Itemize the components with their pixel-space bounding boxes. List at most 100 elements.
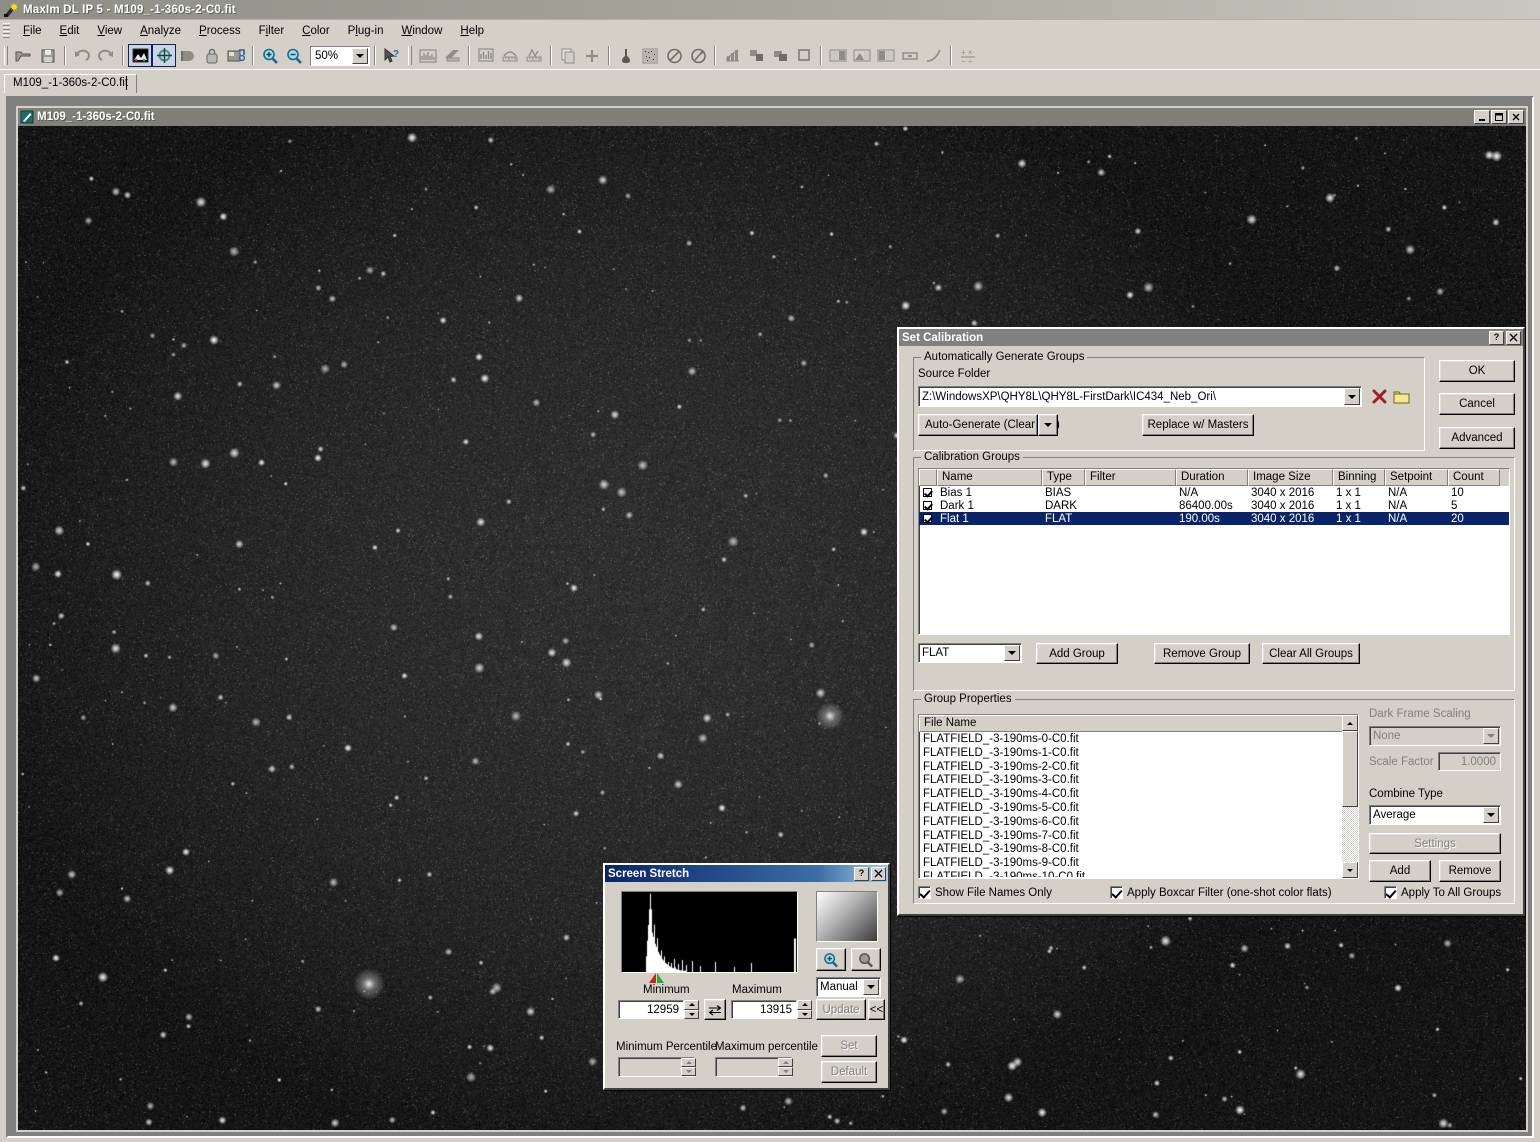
- col-duration[interactable]: Duration: [1176, 469, 1248, 486]
- maximum-percentile-stepper[interactable]: [778, 1058, 793, 1076]
- col-setpoint[interactable]: Setpoint: [1385, 469, 1448, 486]
- image-view-icon[interactable]: [128, 44, 152, 67]
- add-icon[interactable]: [580, 44, 604, 67]
- document-tab[interactable]: M109_-1-360s-2-C0.fit: [4, 74, 138, 93]
- group-type-combo[interactable]: FLAT: [918, 643, 1022, 663]
- histogram-canvas[interactable]: [622, 892, 797, 972]
- square-icon[interactable]: [792, 44, 816, 67]
- calibrate-icon[interactable]: [826, 44, 850, 67]
- apply-to-all-groups-checkbox[interactable]: Apply To All Groups: [1384, 886, 1501, 899]
- dark-frame-scaling-combo[interactable]: None: [1369, 726, 1501, 746]
- layers-icon[interactable]: [768, 44, 792, 67]
- toolbar-grip-1[interactable]: [4, 46, 8, 65]
- half-tone-icon[interactable]: [176, 44, 200, 67]
- stretch-mode-combo[interactable]: Manual: [816, 977, 881, 997]
- fwhm-icon[interactable]: [522, 44, 546, 67]
- chevron-down-icon[interactable]: [1483, 728, 1499, 744]
- scroll-track[interactable]: [1342, 731, 1358, 862]
- list-item[interactable]: FLATFIELD_-3-190ms-6-C0.fit: [920, 816, 1341, 830]
- zoom-out-icon[interactable]: [851, 948, 881, 971]
- minimum-stepper[interactable]: [684, 1000, 699, 1019]
- combine-type-combo[interactable]: Average: [1369, 805, 1501, 825]
- update-button[interactable]: Update: [816, 999, 866, 1020]
- redo-icon[interactable]: [94, 44, 118, 67]
- math-icon[interactable]: + × − ÷: [956, 44, 980, 67]
- row-checkbox[interactable]: [919, 488, 936, 497]
- menu-filter[interactable]: Filter: [250, 23, 294, 39]
- zoom-out-icon[interactable]: [282, 44, 306, 67]
- file-list-scrollbar[interactable]: [1342, 715, 1358, 878]
- bar-chart-icon[interactable]: [720, 44, 744, 67]
- list-item[interactable]: FLATFIELD_-3-190ms-7-C0.fit: [920, 830, 1341, 844]
- min-pct-stepper-up[interactable]: [681, 1058, 696, 1067]
- list-item[interactable]: FLATFIELD_-3-190ms-9-C0.fit: [920, 857, 1341, 871]
- advanced-button[interactable]: Advanced: [1439, 427, 1515, 449]
- menubar-grip[interactable]: [3, 23, 10, 39]
- swap-arrows-icon[interactable]: [704, 999, 726, 1020]
- set-button[interactable]: Set: [821, 1035, 877, 1057]
- graph-icon[interactable]: [474, 44, 498, 67]
- list-item[interactable]: FLATFIELD_-3-190ms-3-C0.fit: [920, 774, 1341, 788]
- noise-icon[interactable]: [638, 44, 662, 67]
- table-row[interactable]: Bias 1 BIAS N/A 3040 x 2016 1 x 1 N/A 10: [919, 486, 1509, 499]
- save-icon[interactable]: [36, 44, 60, 67]
- list-item[interactable]: FLATFIELD_-3-190ms-4-C0.fit: [920, 788, 1341, 802]
- chevron-down-icon[interactable]: [1344, 388, 1360, 405]
- list-item[interactable]: FLATFIELD_-3-190ms-10-C0.fit: [920, 871, 1341, 877]
- remove-file-button[interactable]: Remove: [1439, 860, 1501, 882]
- help-icon[interactable]: ?: [1489, 330, 1504, 345]
- col-type[interactable]: Type: [1042, 469, 1085, 486]
- histogram-icon[interactable]: [416, 44, 440, 67]
- toolbar-grip-2[interactable]: [408, 46, 412, 65]
- chevron-down-icon[interactable]: [863, 979, 879, 995]
- table-row[interactable]: Flat 1 FLAT 190.00s 3040 x 2016 1 x 1 N/A 20: [919, 512, 1509, 525]
- red-x-icon[interactable]: [1369, 386, 1389, 407]
- menu-analyze[interactable]: Analyze: [131, 23, 190, 39]
- file-name-column-header[interactable]: File Name: [919, 715, 1358, 732]
- crosshair-icon[interactable]: [152, 44, 176, 67]
- minimum-stepper-down[interactable]: [684, 1009, 699, 1019]
- add-file-button[interactable]: Add: [1369, 860, 1431, 882]
- menu-plugin[interactable]: Plug-in: [339, 23, 393, 39]
- help-pointer-icon[interactable]: ?: [380, 44, 404, 67]
- scroll-up-button[interactable]: [1342, 715, 1358, 731]
- close-button[interactable]: [1508, 110, 1524, 124]
- chevron-down-icon[interactable]: [352, 47, 368, 64]
- maximum-stepper-up[interactable]: [797, 1000, 812, 1010]
- maximum-stepper[interactable]: [797, 1000, 812, 1019]
- list-item[interactable]: FLATFIELD_-3-190ms-2-C0.fit: [920, 761, 1341, 775]
- collapse-button[interactable]: <<: [868, 999, 885, 1020]
- circle-slash-icon[interactable]: [662, 44, 686, 67]
- close-icon[interactable]: [871, 866, 886, 881]
- minimum-input[interactable]: 12959: [618, 1000, 684, 1019]
- maximize-button[interactable]: [1491, 110, 1507, 124]
- row-checkbox[interactable]: [919, 501, 936, 510]
- col-filter[interactable]: Filter: [1085, 469, 1176, 486]
- col-image-size[interactable]: Image Size: [1248, 469, 1333, 486]
- group-files-listbox[interactable]: File Name FLATFIELD_-3-190ms-0-C0.fit FLA…: [918, 714, 1359, 879]
- copy-icon[interactable]: [556, 44, 580, 67]
- replace-with-masters-button[interactable]: Replace w/ Masters: [1142, 414, 1254, 436]
- menu-file[interactable]: File: [14, 23, 51, 39]
- zoom-in-icon[interactable]: [816, 948, 846, 971]
- remove-group-button[interactable]: Remove Group: [1154, 643, 1250, 664]
- menu-color[interactable]: Color: [293, 23, 339, 39]
- colour-ramp-icon[interactable]: [440, 44, 464, 67]
- menu-process[interactable]: Process: [190, 23, 250, 39]
- zoom-level-combo[interactable]: 50%: [310, 45, 370, 66]
- auto-generate-dropdown-button[interactable]: [1038, 414, 1058, 436]
- col-name[interactable]: Name: [937, 469, 1042, 486]
- folder-icon[interactable]: [1391, 386, 1413, 407]
- clear-all-groups-button[interactable]: Clear All Groups: [1262, 643, 1360, 664]
- stack-icon[interactable]: [874, 44, 898, 67]
- max-pct-stepper-down[interactable]: [778, 1067, 793, 1076]
- chevron-down-icon[interactable]: [1483, 807, 1499, 823]
- close-icon[interactable]: [1506, 330, 1521, 345]
- table-row[interactable]: Dark 1 DARK 86400.00s 3040 x 2016 1 x 1 N/A 5: [919, 499, 1509, 512]
- add-group-button[interactable]: Add Group: [1036, 643, 1118, 664]
- overlay-icon[interactable]: [744, 44, 768, 67]
- list-item[interactable]: FLATFIELD_-3-190ms-5-C0.fit: [920, 802, 1341, 816]
- maximum-marker[interactable]: [657, 973, 664, 983]
- pixel-probe-icon[interactable]: [614, 44, 638, 67]
- screen-copy-icon[interactable]: [224, 44, 248, 67]
